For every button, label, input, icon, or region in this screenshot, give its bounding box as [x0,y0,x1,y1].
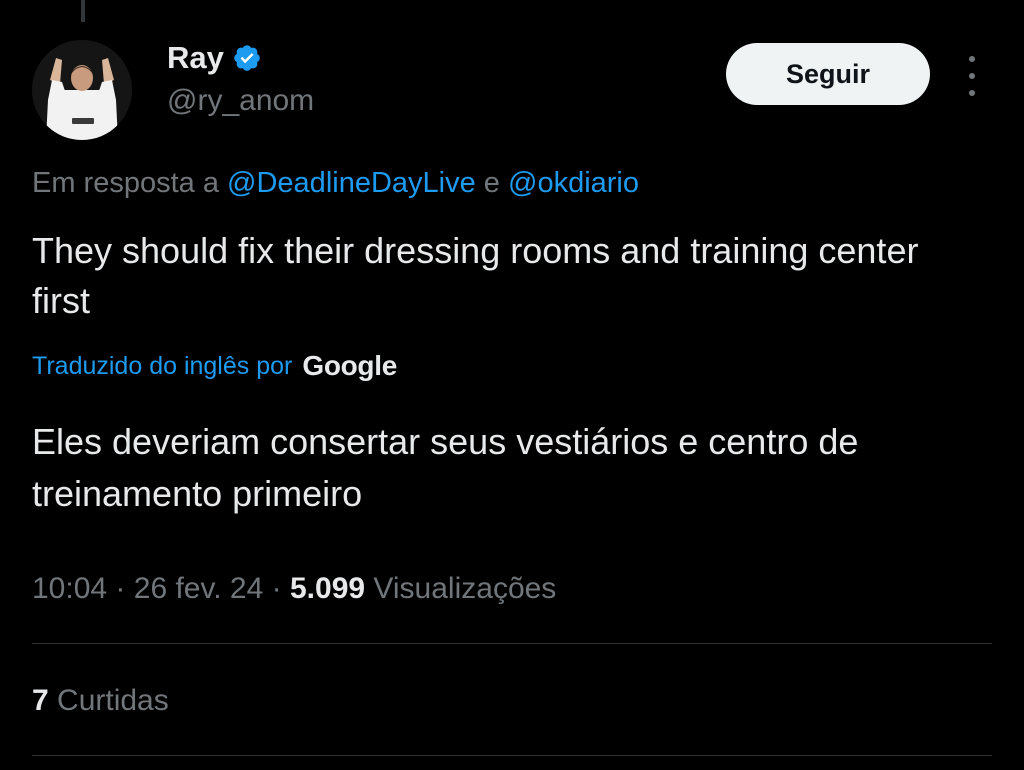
translation-attribution[interactable]: Traduzido do inglês por Google [32,350,397,382]
reply-conjunction: e [483,167,500,199]
google-logo: Google [302,350,397,381]
divider [32,643,992,644]
meta-separator: · [115,572,126,605]
author-name-text[interactable]: Ray [167,40,224,76]
more-dot [969,56,975,62]
more-options-icon[interactable] [958,56,986,96]
translation-label: Traduzido do inglês por [32,351,293,380]
more-dot [969,90,975,96]
tweet-text: They should fix their dressing rooms and… [32,230,919,321]
author-handle[interactable]: @ry_anom [167,84,314,118]
likes-label: Curtidas [57,684,169,717]
tweet-date[interactable]: 26 fev. 24 [134,572,264,605]
likes-count: 7 [32,684,49,717]
avatar[interactable] [32,40,132,140]
divider [32,755,992,756]
mention-deadlinedaylive[interactable]: @DeadlineDayLive [227,167,476,199]
avatar-image [32,40,132,140]
thread-connector-line [81,0,85,22]
translated-text: Eles deveriam consertar seus vestiários … [32,421,859,514]
author-display-name[interactable]: Ray [167,40,262,76]
more-dot [969,73,975,79]
reply-context: Em resposta a @DeadlineDayLive e @okdiar… [32,167,639,200]
verified-badge-icon [234,45,260,71]
follow-button[interactable]: Seguir [726,43,930,105]
likes-stat[interactable]: 7 Curtidas [32,684,169,718]
mention-okdiario[interactable]: @okdiario [508,167,639,199]
views-count: 5.099 [290,572,366,605]
meta-separator: · [271,572,282,605]
reply-prefix: Em resposta a [32,167,219,199]
tweet-time[interactable]: 10:04 [32,572,107,605]
views-label: Visualizações [373,572,557,605]
tweet-meta: 10:04 · 26 fev. 24 · 5.099 Visualizações [32,572,556,606]
